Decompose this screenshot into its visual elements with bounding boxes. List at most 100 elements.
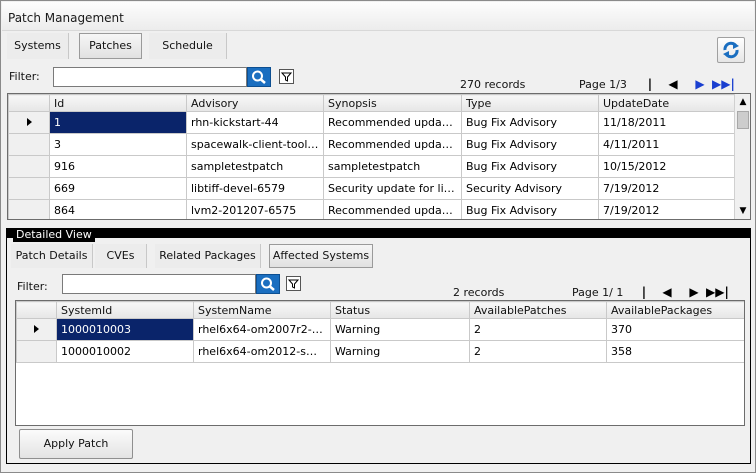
cell-synopsis[interactable]: Recommended update fo... [323,133,462,156]
cell-availablepatches[interactable]: 2 [469,318,607,341]
cell-availablepackages[interactable]: 370 [606,318,744,341]
table-row[interactable]: 916 sampletestpatch sampletestpatch Bug … [8,155,735,178]
patches-record-count: 270 records [460,78,526,91]
tab-patch-details[interactable]: Patch Details [11,244,93,268]
cell-systemname[interactable]: rhel6x64-om2012-sm17.o... [193,340,331,363]
detailed-view-header [7,229,750,238]
tab-affected-systems[interactable]: Affected Systems [269,244,373,268]
tab-schedule[interactable]: Schedule [149,33,227,59]
detail-filter-toggle-button[interactable] [286,276,301,291]
cell-synopsis[interactable]: Recommended update fo... [323,111,462,134]
detail-last-page-button[interactable]: ▶▶| [706,284,729,300]
column-header-systemname[interactable]: SystemName [193,301,331,319]
tab-schedule-label: Schedule [162,39,213,52]
detail-filter-input[interactable] [62,274,256,294]
current-row-icon [26,118,32,126]
cell-synopsis[interactable]: Security update for libtiff [323,177,462,200]
cell-id[interactable]: 3 [49,133,187,156]
cell-id[interactable]: 864 [49,199,187,219]
cell-availablepackages[interactable]: 358 [606,340,744,363]
table-row[interactable]: 3 spacewalk-client-tools-20... Recommend… [8,133,735,156]
cell-updatedate[interactable]: 4/11/2011 [598,133,735,156]
cell-advisory[interactable]: rhn-kickstart-44 [186,111,324,134]
cell-type[interactable]: Bug Fix Advisory [461,111,599,134]
cell-type[interactable]: Security Advisory [461,177,599,200]
patches-vertical-scrollbar[interactable]: ▲ ▼ [734,94,750,219]
patches-page-info: Page 1/3 [579,78,627,91]
tab-systems[interactable]: Systems [7,33,69,59]
cell-updatedate[interactable]: 10/15/2012 [598,155,735,178]
patches-first-page-button[interactable]: |◀◀ [640,76,660,107]
detail-filter-label: Filter: [17,280,48,293]
cell-id[interactable]: 916 [49,155,187,178]
detail-next-page-button[interactable]: ▶ [686,284,702,300]
cell-synopsis[interactable]: sampletestpatch [323,155,462,178]
row-selector[interactable] [8,177,50,200]
cell-type[interactable]: Bug Fix Advisory [461,155,599,178]
table-row[interactable]: 669 libtiff-devel-6579 Security update f… [8,177,735,200]
cell-advisory[interactable]: lvm2-201207-6575 [186,199,324,219]
cell-type[interactable]: Bug Fix Advisory [461,133,599,156]
cell-availablepatches[interactable]: 2 [469,340,607,363]
tab-systems-label: Systems [14,39,61,52]
row-selector[interactable] [16,340,57,363]
cell-status[interactable]: Warning [330,340,470,363]
refresh-icon [723,41,739,59]
cell-status[interactable]: Warning [330,318,470,341]
scroll-up-icon[interactable]: ▲ [735,94,750,110]
scroll-thumb[interactable] [737,111,749,129]
cell-id[interactable]: 669 [49,177,187,200]
cell-updatedate[interactable]: 7/19/2012 [598,199,735,219]
tab-affected-systems-label: Affected Systems [272,249,370,262]
cell-id[interactable]: 1 [49,111,187,134]
cell-systemid[interactable]: 1000010002 [56,340,194,363]
column-header-availablepatches[interactable]: AvailablePatches [469,301,607,319]
table-row[interactable]: 1 rhn-kickstart-44 Recommended update fo… [8,111,735,134]
refresh-button[interactable] [717,37,745,63]
tab-patches[interactable]: Patches [79,33,142,59]
cell-type[interactable]: Bug Fix Advisory [461,199,599,219]
cell-updatedate[interactable]: 7/19/2012 [598,177,735,200]
patches-filter-input[interactable] [53,67,247,87]
row-selector[interactable] [8,133,50,156]
row-selector[interactable] [8,111,50,134]
row-selector[interactable] [8,199,50,219]
apply-patch-button[interactable]: Apply Patch [19,429,133,459]
cell-advisory[interactable]: libtiff-devel-6579 [186,177,324,200]
patches-filter-toggle-button[interactable] [279,69,294,84]
cell-systemname[interactable]: rhel6x64-om2007r2-sm17... [193,318,331,341]
search-icon [261,277,275,291]
table-row[interactable]: 864 lvm2-201207-6575 Recommended update … [8,199,735,219]
detail-search-button[interactable] [256,274,280,294]
search-icon [252,70,266,84]
table-row[interactable]: 1000010003 rhel6x64-om2007r2-sm17... War… [16,318,744,341]
row-selector[interactable] [8,155,50,178]
table-row[interactable]: 1000010002 rhel6x64-om2012-sm17.o... War… [16,340,744,363]
patches-next-page-button[interactable]: ▶ [692,76,708,92]
column-header-advisory[interactable]: Advisory [186,94,324,112]
column-header-systemid[interactable]: SystemId [56,301,194,319]
tab-related-packages[interactable]: Related Packages [155,244,261,268]
detail-first-page-button[interactable]: |◀◀ [634,284,654,315]
funnel-icon [280,72,293,82]
column-header-availablepackages[interactable]: AvailablePackages [606,301,744,319]
cell-advisory[interactable]: sampletestpatch [186,155,324,178]
cell-synopsis[interactable]: Recommended update fo... [323,199,462,219]
column-header-id[interactable]: Id [49,94,187,112]
patches-prev-page-button[interactable]: ◀ [665,76,681,92]
cell-systemid[interactable]: 1000010003 [56,318,194,341]
column-header-status[interactable]: Status [330,301,470,319]
scroll-down-icon[interactable]: ▼ [735,203,750,219]
column-header-synopsis[interactable]: Synopsis [323,94,462,112]
tab-cves[interactable]: CVEs [95,244,147,268]
cell-updatedate[interactable]: 11/18/2011 [598,111,735,134]
row-selector[interactable] [16,318,57,341]
detail-prev-page-button[interactable]: ◀ [659,284,675,300]
affected-systems-grid: SystemId SystemName Status AvailablePatc… [15,300,745,426]
window-title: Patch Management [8,11,124,25]
patches-last-page-button[interactable]: ▶▶| [712,76,735,92]
cell-advisory[interactable]: spacewalk-client-tools-20... [186,133,324,156]
patches-search-button[interactable] [247,67,271,87]
column-header-type[interactable]: Type [461,94,599,112]
column-header-updatedate[interactable]: UpdateDate [598,94,735,112]
